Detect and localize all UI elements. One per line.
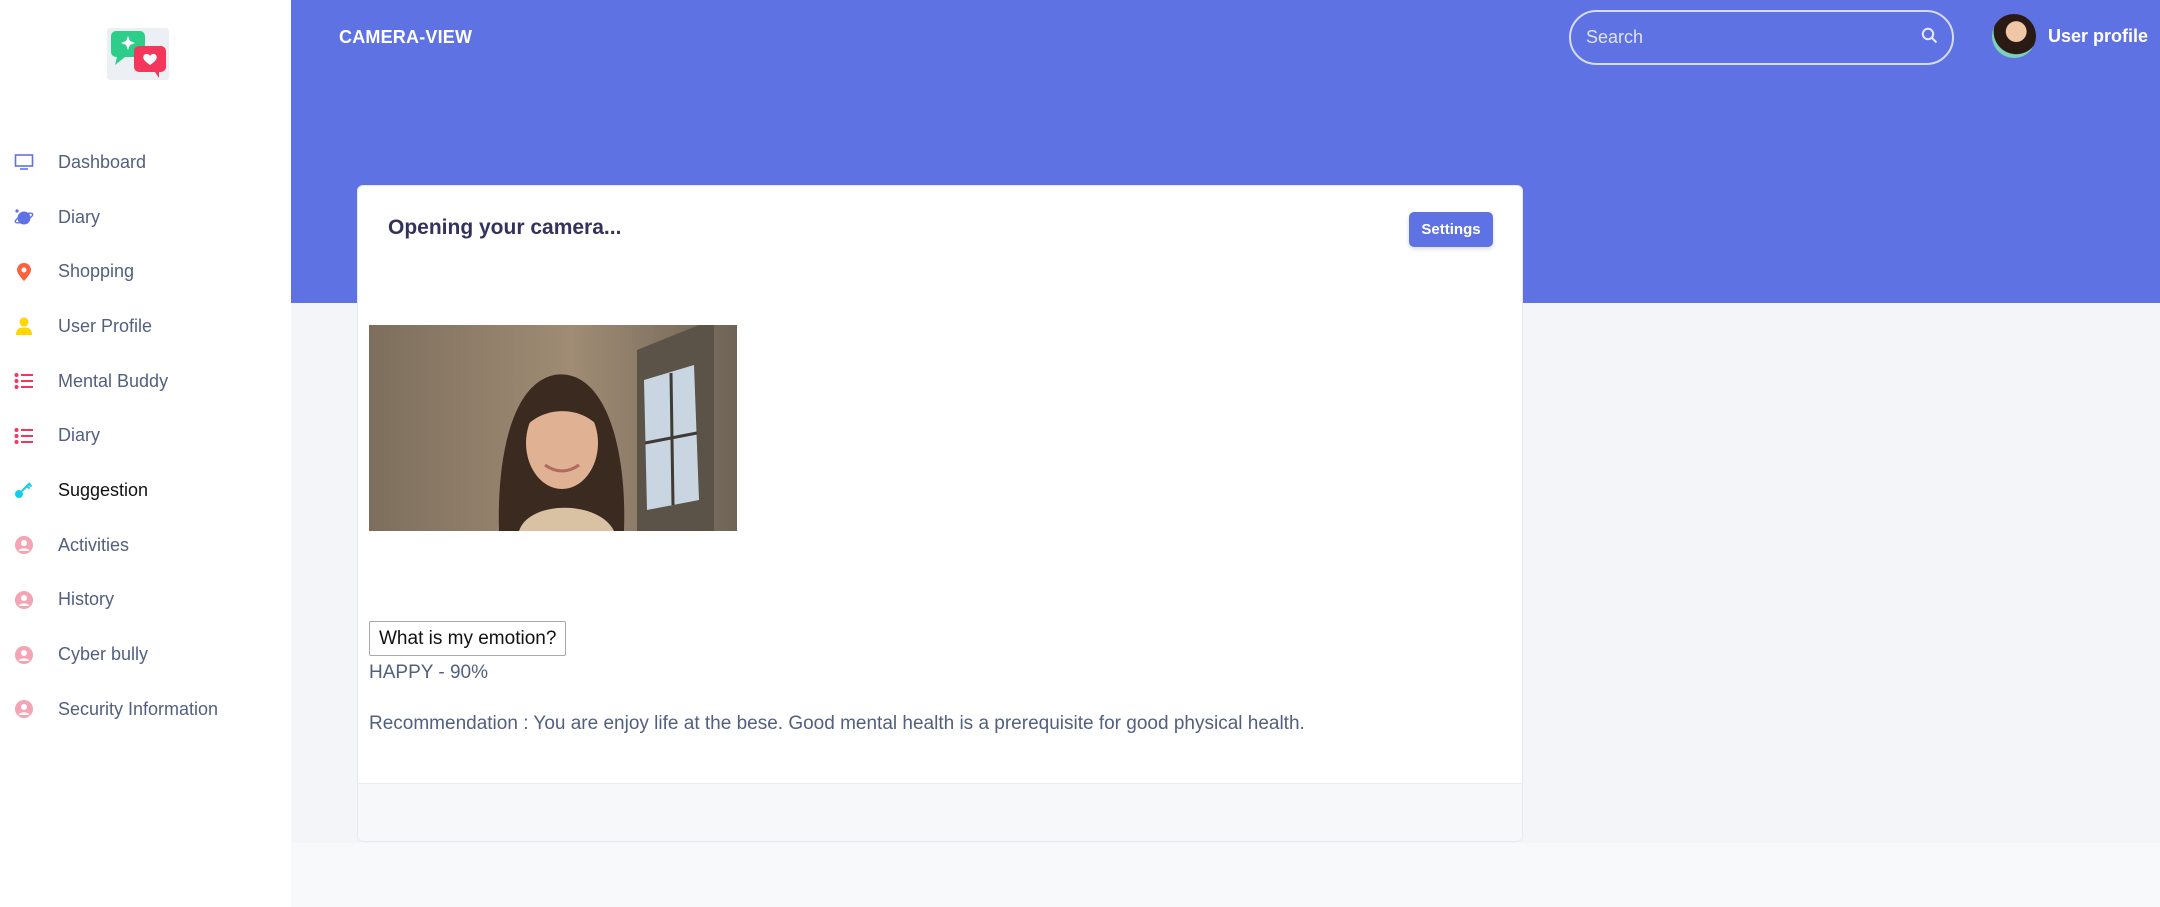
sidebar-item-suggestion[interactable]: Suggestion	[0, 463, 291, 518]
sidebar-item-shopping[interactable]: Shopping	[0, 244, 291, 299]
pin-icon	[14, 262, 34, 282]
card-title: Opening your camera...	[388, 216, 622, 239]
recommendation-text: Recommendation : You are enjoy life at t…	[369, 713, 1305, 734]
list-icon	[14, 426, 34, 446]
app-logo[interactable]	[107, 28, 169, 80]
emotion-button[interactable]: What is my emotion?	[369, 621, 567, 656]
sidebar-item-security-information[interactable]: Security Information	[0, 682, 291, 737]
sidebar-item-label: Security Information	[58, 698, 219, 719]
circle-user-icon	[14, 590, 34, 610]
sidebar-item-label: Diary	[58, 425, 101, 446]
sidebar-item-activities[interactable]: Activities	[0, 518, 291, 573]
search-icon[interactable]	[1921, 27, 1938, 49]
sidebar-item-label: Cyber bully	[58, 644, 149, 665]
sidebar-item-label: Diary	[58, 206, 101, 227]
page-brand[interactable]: CAMERA-VIEW	[339, 27, 472, 48]
sidebar: Dashboard Diary Shopping User Profile Me…	[0, 0, 291, 907]
sidebar-item-label: History	[58, 589, 115, 610]
key-icon	[14, 480, 34, 500]
settings-button[interactable]: Settings	[1409, 212, 1493, 247]
circle-user-icon	[14, 699, 34, 719]
user-icon	[14, 316, 34, 336]
search-box[interactable]	[1569, 10, 1954, 65]
profile-name[interactable]: User profile	[2048, 26, 2148, 47]
sidebar-item-label: Dashboard	[58, 151, 147, 172]
sidebar-item-label: Activities	[58, 534, 130, 555]
circle-user-icon	[14, 645, 34, 665]
sidebar-item-label: Shopping	[58, 261, 135, 282]
content-background-bottom	[291, 843, 2160, 907]
camera-preview	[369, 325, 737, 531]
sidebar-item-cyber-bully[interactable]: Cyber bully	[0, 627, 291, 682]
emotion-result: HAPPY - 90%	[369, 662, 488, 683]
card-footer	[358, 783, 1522, 841]
sidebar-item-diary[interactable]: Diary	[0, 190, 291, 245]
circle-user-icon	[14, 535, 34, 555]
sidebar-item-label: Suggestion	[58, 479, 149, 500]
search-input[interactable]	[1586, 27, 1921, 48]
planet-icon	[14, 207, 34, 227]
sidebar-item-mental-buddy[interactable]: Mental Buddy	[0, 354, 291, 409]
sidebar-item-diary-2[interactable]: Diary	[0, 408, 291, 463]
avatar[interactable]	[1992, 14, 2036, 58]
user-profile-menu[interactable]: User profile	[1992, 14, 2148, 58]
list-icon	[14, 371, 34, 391]
sidebar-item-user-profile[interactable]: User Profile	[0, 299, 291, 354]
sidebar-item-label: User Profile	[58, 315, 153, 336]
monitor-icon	[14, 152, 34, 172]
sidebar-item-dashboard[interactable]: Dashboard	[0, 135, 291, 190]
sidebar-nav: Dashboard Diary Shopping User Profile Me…	[0, 135, 291, 737]
sidebar-item-history[interactable]: History	[0, 573, 291, 628]
camera-card: Opening your camera... Settings What is …	[357, 185, 1523, 842]
sidebar-item-label: Mental Buddy	[58, 370, 169, 391]
